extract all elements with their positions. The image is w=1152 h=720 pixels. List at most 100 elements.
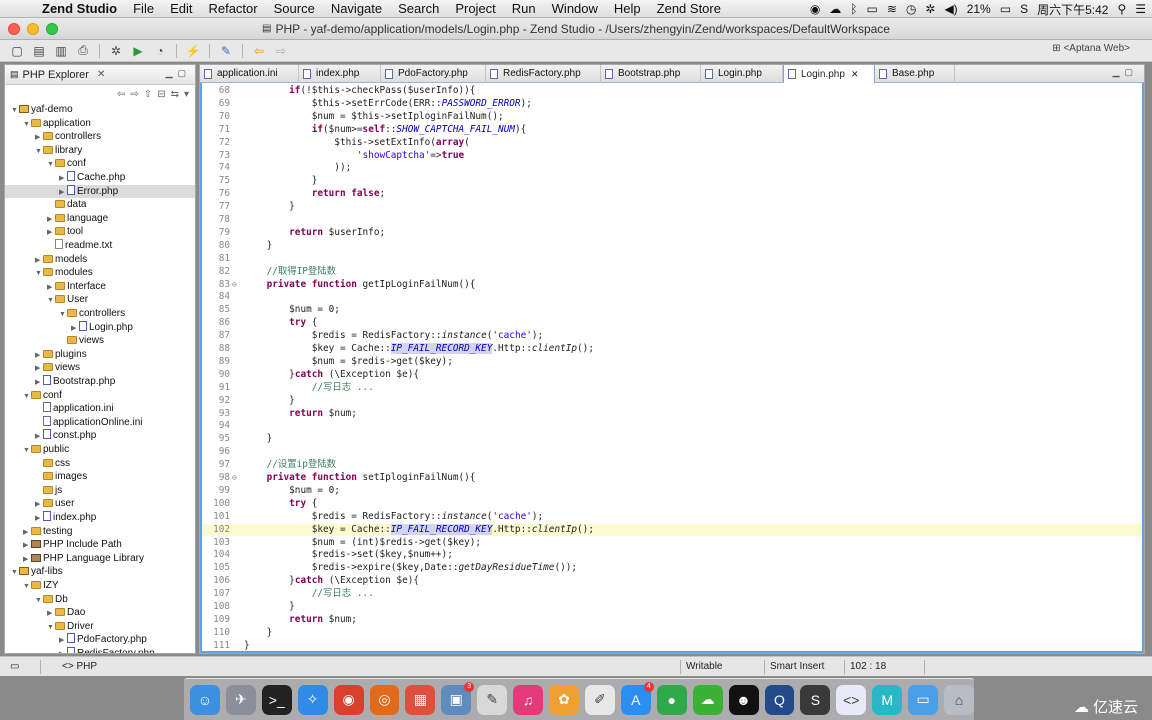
menu-file[interactable]: File bbox=[125, 1, 162, 16]
menu-zend-store[interactable]: Zend Store bbox=[649, 1, 729, 16]
app-grid-icon[interactable]: ▦ bbox=[405, 684, 436, 715]
tab-application-ini[interactable]: application.ini bbox=[200, 65, 299, 83]
collapsed-icon[interactable]: ▶ bbox=[23, 526, 31, 540]
quicktime-icon[interactable]: Q bbox=[764, 684, 795, 715]
preview-icon[interactable]: ▣ 3 bbox=[441, 681, 475, 715]
collapsed-icon[interactable]: ▶ bbox=[35, 349, 43, 363]
tree-item[interactable]: ▶ Login.php bbox=[5, 320, 195, 336]
collapsed-icon[interactable]: ▶ bbox=[47, 607, 55, 621]
tree-item[interactable]: ▶ RedisFactory.php bbox=[5, 647, 195, 653]
view-menu-icon[interactable]: ▾ bbox=[184, 89, 189, 100]
tree-item[interactable]: ▶ Error.php bbox=[5, 184, 195, 200]
tab-login-php[interactable]: Login.php bbox=[701, 65, 783, 83]
collapsed-icon[interactable]: ▶ bbox=[35, 362, 43, 376]
tree-item[interactable]: ▶ plugins bbox=[5, 348, 195, 362]
external-tools-icon[interactable]: ⚡ bbox=[184, 43, 202, 59]
collapsed-icon[interactable]: ▶ bbox=[35, 376, 43, 390]
tree-item[interactable]: ▼ User bbox=[5, 293, 195, 307]
tab-login-php[interactable]: Login.php ✕ bbox=[783, 65, 875, 83]
tree-item[interactable]: ▶ testing bbox=[5, 525, 195, 539]
tree-item[interactable]: ▶ const.php bbox=[5, 429, 195, 443]
timemachine-icon[interactable]: ◷ bbox=[906, 2, 916, 16]
tree-item[interactable]: ▶ PdoFactory.php bbox=[5, 633, 195, 647]
expanded-icon[interactable]: ▼ bbox=[47, 621, 55, 635]
tree-item[interactable]: applicationOnline.ini bbox=[5, 415, 195, 430]
collapsed-icon[interactable]: ▶ bbox=[35, 430, 43, 444]
tree-item[interactable]: ▼ yaf-libs bbox=[5, 565, 195, 579]
spotlight-icon[interactable]: ⚲ bbox=[1117, 2, 1126, 16]
tree-item[interactable]: images bbox=[5, 470, 195, 484]
menu-navigate[interactable]: Navigate bbox=[323, 1, 390, 16]
collapsed-icon[interactable]: ▶ bbox=[47, 213, 55, 227]
collapsed-icon[interactable]: ▶ bbox=[35, 131, 43, 145]
expanded-icon[interactable]: ▼ bbox=[11, 104, 19, 118]
perspective-switcher[interactable]: ⊞ <Aptana Web> bbox=[1052, 43, 1130, 54]
tree-item[interactable]: ▶ controllers bbox=[5, 130, 195, 144]
collapsed-icon[interactable]: ▶ bbox=[59, 648, 67, 653]
tree-item[interactable]: ▶ user bbox=[5, 497, 195, 511]
tree-item[interactable]: ▼ conf bbox=[5, 389, 195, 403]
menu-source[interactable]: Source bbox=[266, 1, 323, 16]
tree-item[interactable]: readme.txt bbox=[5, 239, 195, 253]
tree-item[interactable]: data bbox=[5, 198, 195, 212]
back-icon[interactable]: ⇦ bbox=[117, 89, 125, 100]
tree-item[interactable]: ▶ PHP Language Library bbox=[5, 552, 195, 566]
collapsed-icon[interactable]: ▶ bbox=[47, 281, 55, 295]
tree-item[interactable]: ▶ models bbox=[5, 253, 195, 267]
expanded-icon[interactable]: ▼ bbox=[35, 267, 43, 281]
expanded-icon[interactable]: ▼ bbox=[35, 145, 43, 159]
debug-icon[interactable]: ✲ bbox=[107, 43, 125, 59]
tree-item[interactable]: ▶ Interface bbox=[5, 280, 195, 294]
forward-icon[interactable]: ⇨ bbox=[130, 89, 138, 100]
back-icon[interactable]: ⇦ bbox=[250, 43, 268, 59]
menu-help[interactable]: Help bbox=[606, 1, 649, 16]
tab-bootstrap-php[interactable]: Bootstrap.php bbox=[601, 65, 701, 83]
tree-item[interactable]: ▼ library bbox=[5, 144, 195, 158]
photos-icon[interactable]: ✿ bbox=[549, 684, 579, 715]
tab-redisfactory-php[interactable]: RedisFactory.php bbox=[486, 65, 601, 83]
zoom-window-button[interactable] bbox=[46, 23, 58, 35]
collapsed-icon[interactable]: ▶ bbox=[59, 186, 67, 200]
collapsed-icon[interactable]: ▶ bbox=[71, 322, 79, 336]
link-editor-icon[interactable]: ⇆ bbox=[171, 89, 179, 100]
tree-item[interactable]: views bbox=[5, 334, 195, 348]
close-window-button[interactable] bbox=[8, 23, 20, 35]
wechat-icon[interactable]: ☁ bbox=[692, 684, 723, 715]
finder-icon[interactable]: ☺ bbox=[190, 684, 220, 715]
tree-item[interactable]: ▶ Bootstrap.php bbox=[5, 375, 195, 389]
expanded-icon[interactable]: ▼ bbox=[23, 118, 31, 132]
tab-pdofactory-php[interactable]: PdoFactory.php bbox=[381, 65, 486, 83]
tree-item[interactable]: ▶ index.php bbox=[5, 511, 195, 525]
tree-item[interactable]: ▶ tool bbox=[5, 225, 195, 239]
php-explorer-title[interactable]: PHP Explorer bbox=[23, 69, 89, 81]
tree-item[interactable]: ▶ language bbox=[5, 212, 195, 226]
expanded-icon[interactable]: ▼ bbox=[47, 158, 55, 172]
expanded-icon[interactable]: ▼ bbox=[23, 580, 31, 594]
safari-icon[interactable]: ✧ bbox=[297, 684, 328, 715]
tree-item[interactable]: ▼ public bbox=[5, 443, 195, 457]
tree-item[interactable]: ▶ views bbox=[5, 361, 195, 375]
zend-studio-icon[interactable]: <> bbox=[836, 684, 867, 715]
save-all-icon[interactable]: ▥ bbox=[52, 43, 70, 59]
battery-icon[interactable]: ▭ bbox=[1000, 2, 1011, 16]
textedit-icon[interactable]: ✐ bbox=[584, 684, 615, 715]
fold-icon[interactable]: ⊖ bbox=[232, 472, 240, 485]
tree-item[interactable]: css bbox=[5, 457, 195, 471]
sublime-menu-icon[interactable]: S bbox=[1020, 2, 1028, 16]
collapsed-icon[interactable]: ▶ bbox=[35, 512, 43, 526]
menu-app-name[interactable]: Zend Studio bbox=[34, 1, 125, 16]
folder-icon[interactable]: ▭ bbox=[908, 684, 939, 715]
firefox-icon[interactable]: ◎ bbox=[369, 684, 400, 715]
expanded-icon[interactable]: ▼ bbox=[59, 308, 67, 322]
menu-refactor[interactable]: Refactor bbox=[200, 1, 265, 16]
launchpad-icon[interactable]: ✈ bbox=[225, 684, 256, 715]
battery-percent[interactable]: 21% bbox=[967, 2, 991, 16]
fold-icon[interactable]: ⊖ bbox=[232, 279, 240, 292]
close-icon[interactable]: ✕ bbox=[851, 69, 859, 79]
tree-item[interactable]: ▶ PHP Include Path bbox=[5, 538, 195, 552]
tree-item[interactable]: ▶ Cache.php bbox=[5, 171, 195, 185]
markdown-icon[interactable]: M bbox=[872, 684, 903, 715]
forward-icon[interactable]: ⇨ bbox=[272, 43, 290, 59]
editor-window-buttons[interactable]: ▁▢ bbox=[1113, 67, 1138, 78]
wifi-icon[interactable]: ≋ bbox=[887, 2, 897, 16]
